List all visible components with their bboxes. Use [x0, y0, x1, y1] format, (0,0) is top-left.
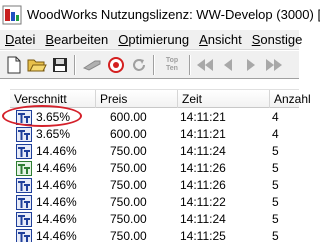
- menu-datei[interactable]: Datei: [0, 30, 40, 50]
- tt-blue-icon: [16, 144, 32, 159]
- cell-preis: 600.00: [110, 127, 147, 141]
- toolbar: Top Ten: [0, 51, 299, 79]
- cell-verschnitt: 14.46%: [36, 144, 77, 158]
- cell-verschnitt: 14.46%: [36, 178, 77, 192]
- folder-open-icon: [27, 59, 47, 72]
- cell-anzahl: 5: [272, 195, 279, 209]
- new-button[interactable]: [3, 54, 25, 76]
- cell-verschnitt: 14.46%: [36, 195, 77, 209]
- cell-anzahl: 5: [272, 212, 279, 226]
- menu-ansicht[interactable]: Ansicht: [194, 30, 247, 50]
- cell-anzahl: 5: [272, 161, 279, 175]
- cell-verschnitt: 3.65%: [36, 127, 71, 141]
- toolbar-separator: [74, 55, 76, 75]
- table-row[interactable]: 14.46% 750.00 14:11:26 5: [10, 177, 299, 193]
- menu-datei-accel: D: [5, 31, 15, 47]
- table-header: Verschnitt Preis Zeit Anzahl: [10, 89, 310, 108]
- cell-preis: 750.00: [110, 178, 147, 192]
- floppy-disk-icon: [53, 58, 67, 72]
- results-table: Verschnitt Preis Zeit Anzahl 3.65% 600.00…: [10, 89, 310, 242]
- cell-zeit: 14:11:26: [180, 178, 226, 192]
- table-row[interactable]: 14.46% 750.00 14:11:22 5: [10, 194, 299, 210]
- cell-zeit: 14:11:24: [180, 212, 226, 226]
- tt-green-icon: [16, 161, 32, 176]
- cell-zeit: 14:11:25: [180, 229, 226, 242]
- fast-forward-icon: [266, 59, 282, 71]
- cell-zeit: 14:11:21: [180, 110, 226, 124]
- title-bar: WoodWorks Nutzungslizenz: WW-Develop (30…: [0, 0, 320, 30]
- column-header-verschnitt[interactable]: Verschnitt: [10, 90, 96, 108]
- top-ten-label: Top Ten: [165, 57, 179, 72]
- menu-sonstige-rest: onstige: [260, 31, 303, 47]
- cell-preis: 750.00: [110, 229, 147, 242]
- previous-icon: [224, 59, 232, 71]
- menu-bearbeiten-accel: B: [45, 31, 55, 47]
- next-icon: [247, 59, 255, 71]
- column-header-zeit[interactable]: Zeit: [178, 90, 270, 108]
- cell-preis: 750.00: [110, 212, 147, 226]
- tt-blue-icon: [16, 229, 32, 242]
- toolbar-separator: [189, 55, 191, 75]
- app-icon: [2, 5, 22, 25]
- record-button[interactable]: [105, 54, 127, 76]
- tt-blue-icon: [16, 212, 32, 227]
- cell-verschnitt: 3.65%: [36, 110, 71, 124]
- save-button[interactable]: [49, 54, 71, 76]
- refresh-icon: [133, 59, 145, 71]
- cell-zeit: 14:11:26: [180, 161, 226, 175]
- table-row[interactable]: 14.46% 750.00 14:11:24 5: [10, 143, 299, 159]
- cell-anzahl: 5: [272, 178, 279, 192]
- window-title: WoodWorks Nutzungslizenz: WW-Develop (30…: [27, 7, 320, 22]
- tt-blue-icon: [16, 195, 32, 210]
- refresh-button[interactable]: [128, 54, 150, 76]
- cell-preis: 600.00: [110, 110, 147, 124]
- last-button[interactable]: [263, 54, 285, 76]
- menu-ansicht-accel: A: [199, 31, 208, 47]
- top-ten-button[interactable]: Top Ten: [159, 54, 185, 76]
- previous-button[interactable]: [217, 54, 239, 76]
- menu-datei-rest: atei: [14, 31, 36, 47]
- cell-zeit: 14:11:24: [180, 144, 226, 158]
- cell-preis: 750.00: [110, 144, 147, 158]
- cell-preis: 750.00: [110, 195, 147, 209]
- toolbar-separator: [153, 55, 155, 75]
- saw-icon: [83, 60, 101, 71]
- edit-button[interactable]: [81, 54, 103, 76]
- first-button[interactable]: [194, 54, 216, 76]
- table-row[interactable]: 14.46% 750.00 14:11:25 5: [10, 228, 299, 242]
- cell-verschnitt: 14.46%: [36, 161, 77, 175]
- menu-bearbeiten-rest: earbeiten: [54, 31, 109, 47]
- tt-blue-icon: [16, 110, 32, 125]
- cell-anzahl: 5: [272, 229, 279, 242]
- cell-anzahl: 4: [272, 110, 279, 124]
- menu-optimierung[interactable]: Optimierung: [113, 30, 194, 50]
- cell-zeit: 14:11:22: [180, 195, 226, 209]
- cell-verschnitt: 14.46%: [36, 229, 77, 242]
- tt-blue-icon: [16, 127, 32, 142]
- record-icon: [108, 57, 124, 73]
- rewind-icon: [197, 59, 213, 71]
- table-row[interactable]: 14.46% 750.00 14:11:26 5: [10, 160, 299, 176]
- cell-preis: 750.00: [110, 161, 147, 175]
- menu-bar: Datei Bearbeiten Optimierung Ansicht Son…: [0, 30, 302, 50]
- table-row[interactable]: 3.65% 600.00 14:11:21 4: [10, 126, 299, 142]
- table-row[interactable]: 14.46% 750.00 14:11:24 5: [10, 211, 299, 227]
- cell-anzahl: 4: [272, 127, 279, 141]
- menu-bearbeiten[interactable]: Bearbeiten: [40, 30, 113, 50]
- column-header-anzahl[interactable]: Anzahl: [270, 90, 310, 108]
- cell-verschnitt: 14.46%: [36, 212, 77, 226]
- cell-anzahl: 5: [272, 144, 279, 158]
- table-row[interactable]: 3.65% 600.00 14:11:21 4: [10, 109, 299, 125]
- menu-sonstige[interactable]: Sonstige: [247, 30, 308, 50]
- menu-optimierung-rest: ptimierung: [128, 31, 190, 47]
- tt-blue-icon: [16, 178, 32, 193]
- menu-ansicht-rest: nsicht: [207, 31, 242, 47]
- column-header-preis[interactable]: Preis: [96, 90, 178, 108]
- cell-zeit: 14:11:21: [180, 127, 226, 141]
- menu-optimierung-accel: O: [118, 31, 129, 47]
- next-button[interactable]: [240, 54, 262, 76]
- open-button[interactable]: [26, 54, 48, 76]
- new-file-icon: [7, 56, 21, 74]
